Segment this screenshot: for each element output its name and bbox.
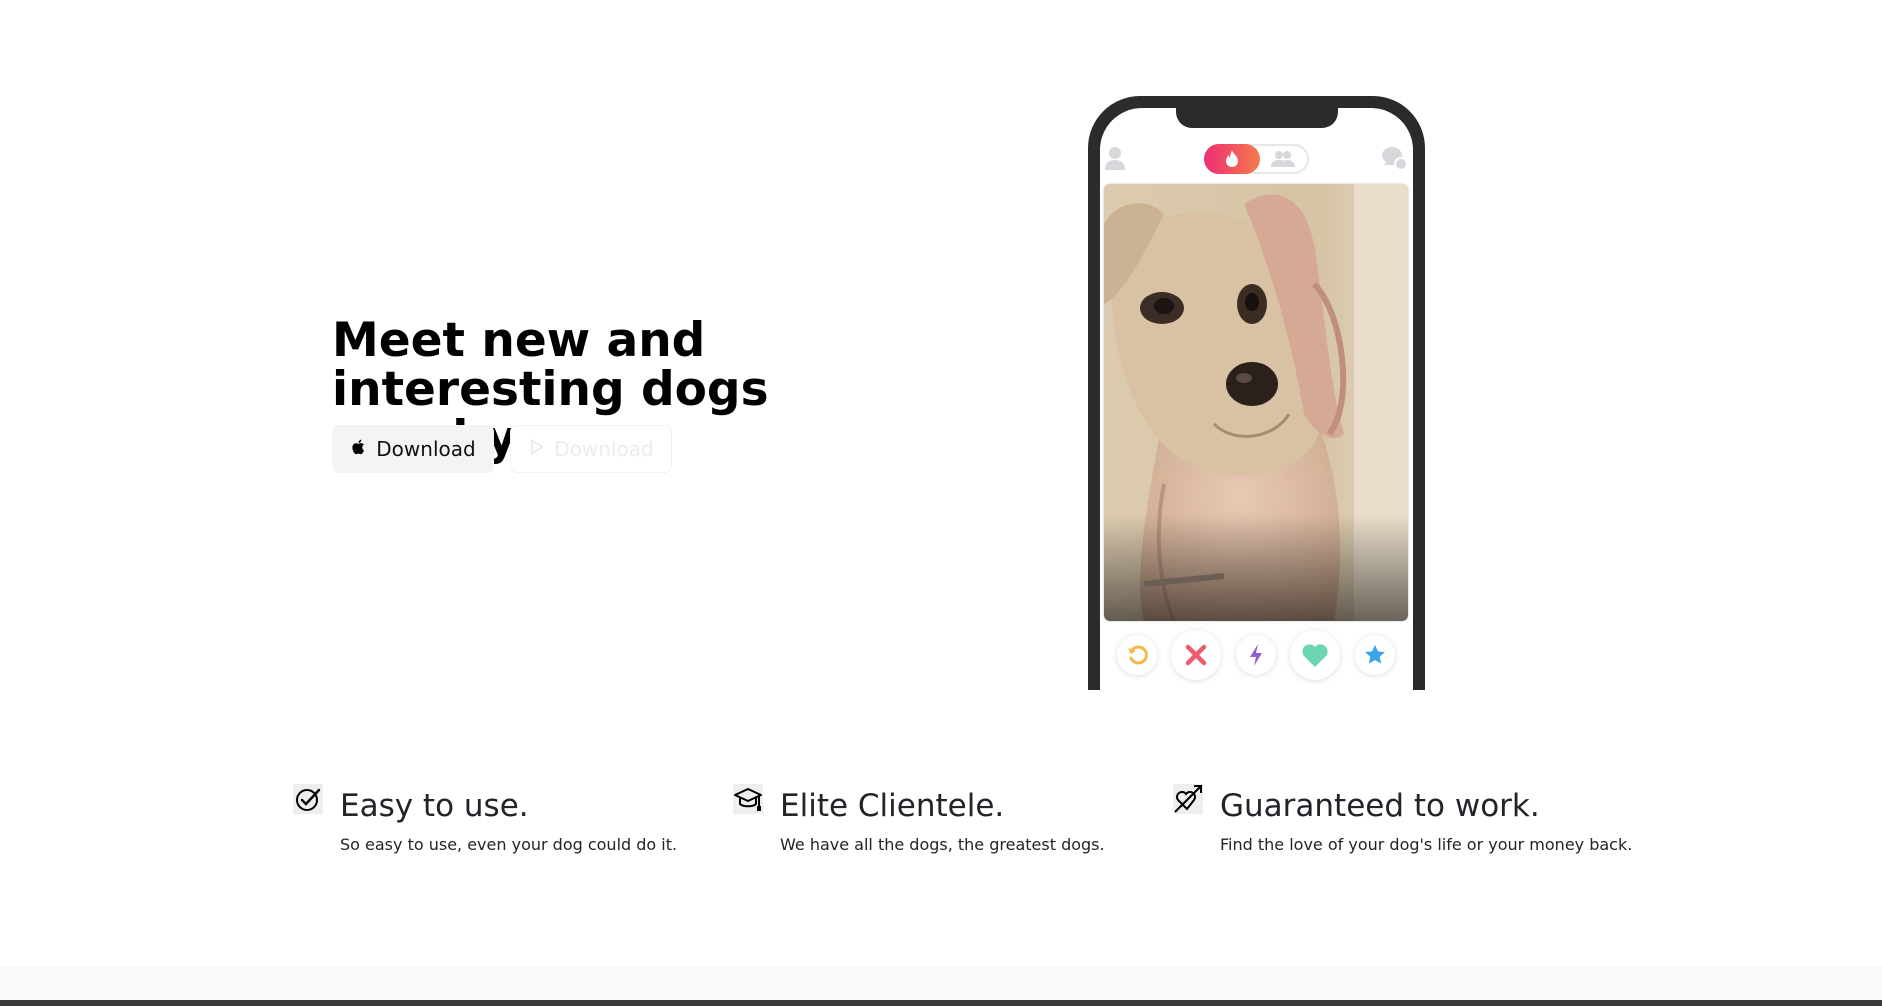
like-button[interactable] [1290,630,1340,680]
phone-notch [1176,104,1338,128]
play-icon [528,437,546,461]
dog-photo[interactable] [1104,184,1408,621]
group-icon[interactable] [1271,150,1295,172]
apple-download-button[interactable]: Download [332,425,494,473]
nope-icon [1185,644,1207,666]
rewind-button[interactable] [1117,635,1157,675]
apple-icon [350,437,368,461]
dog-illustration [1104,184,1408,621]
feature-title: Easy to use. [340,788,529,824]
landing-page: Meet new and interesting dogs nearby. Do… [0,0,1882,1006]
chat-icon[interactable] [1382,147,1408,175]
feature-description: Find the love of your dog's life or your… [1220,835,1633,854]
feature-title: Guaranteed to work. [1220,788,1540,824]
graduation-cap-icon [733,784,763,814]
rewind-icon [1128,645,1148,665]
heart-arrow-icon [1173,784,1203,814]
feature-description: We have all the dogs, the greatest dogs. [780,835,1105,854]
play-download-label: Download [554,437,654,461]
flame-icon[interactable] [1204,144,1260,174]
superlike-icon [1365,644,1385,664]
feature-description: So easy to use, even your dog could do i… [340,835,678,854]
apple-download-label: Download [376,437,476,461]
mode-toggle[interactable] [1204,144,1309,174]
play-download-button[interactable]: Download [510,425,672,473]
nope-button[interactable] [1171,630,1221,680]
like-icon [1302,643,1328,667]
superlike-button[interactable] [1355,635,1395,675]
footer-edge [0,1000,1882,1006]
boost-button[interactable] [1236,635,1276,675]
boost-icon [1250,644,1262,666]
profile-icon[interactable] [1105,146,1125,174]
feature-title: Elite Clientele. [780,788,1005,824]
check-circle-icon [293,784,323,814]
